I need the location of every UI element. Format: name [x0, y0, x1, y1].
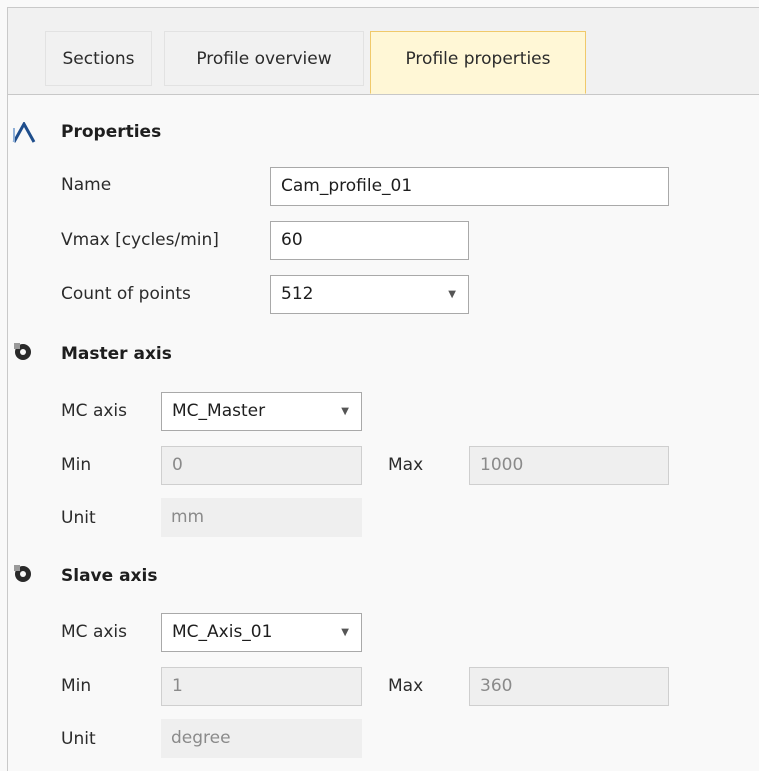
vmax-label: Vmax [cycles/min] [61, 230, 219, 250]
axis-icon [12, 341, 36, 363]
slave-mc-axis-label: MC axis [61, 622, 127, 642]
slave-max-label: Max [388, 676, 424, 696]
tab-strip: Sections Profile overview Profile proper… [8, 8, 759, 95]
master-mc-axis-value: MC_Master [172, 401, 266, 421]
tab-label: Profile overview [196, 49, 332, 69]
slave-mc-axis-value: MC_Axis_01 [172, 622, 273, 642]
count-of-points-value: 512 [281, 284, 314, 304]
slave-unit-text: degree [171, 728, 231, 748]
slave-max-input: 360 [469, 667, 669, 706]
master-unit-label: Unit [61, 508, 96, 528]
master-max-value: 1000 [480, 455, 524, 475]
tab-label: Sections [62, 49, 135, 69]
slave-min-label: Min [61, 676, 92, 696]
slave-mc-axis-dropdown[interactable]: MC_Axis_01 ▼ [161, 613, 362, 652]
master-max-input: 1000 [469, 446, 669, 485]
vmax-value: 60 [281, 230, 303, 250]
slave-min-input: 1 [161, 667, 362, 706]
slave-max-value: 360 [480, 676, 513, 696]
master-min-label: Min [61, 455, 92, 475]
name-label: Name [61, 175, 112, 195]
chevron-down-icon: ▼ [341, 627, 349, 638]
master-unit-text: mm [171, 507, 205, 527]
slave-axis-title: Slave axis [61, 566, 158, 586]
profile-curve-icon [12, 120, 36, 144]
count-of-points-label: Count of points [61, 284, 191, 304]
master-unit-value: mm [161, 498, 362, 537]
tab-sections[interactable]: Sections [45, 31, 152, 86]
master-axis-title: Master axis [61, 344, 172, 364]
axis-icon [12, 563, 36, 585]
master-mc-axis-dropdown[interactable]: MC_Master ▼ [161, 392, 362, 431]
slave-min-value: 1 [172, 676, 183, 696]
master-max-label: Max [388, 455, 424, 475]
slave-unit-label: Unit [61, 729, 96, 749]
profile-panel: Sections Profile overview Profile proper… [7, 7, 759, 771]
count-of-points-dropdown[interactable]: 512 ▼ [270, 275, 469, 314]
slave-unit-value: degree [161, 719, 362, 758]
chevron-down-icon: ▼ [448, 289, 456, 300]
master-min-input: 0 [161, 446, 362, 485]
tab-profile-overview[interactable]: Profile overview [164, 31, 364, 86]
tab-profile-properties[interactable]: Profile properties [370, 31, 586, 94]
master-min-value: 0 [172, 455, 183, 475]
name-input[interactable]: Cam_profile_01 [270, 167, 669, 206]
vmax-input[interactable]: 60 [270, 221, 469, 260]
tab-label: Profile properties [405, 49, 551, 69]
chevron-down-icon: ▼ [341, 406, 349, 417]
master-mc-axis-label: MC axis [61, 401, 127, 421]
properties-title: Properties [61, 122, 162, 142]
name-value: Cam_profile_01 [281, 176, 413, 196]
